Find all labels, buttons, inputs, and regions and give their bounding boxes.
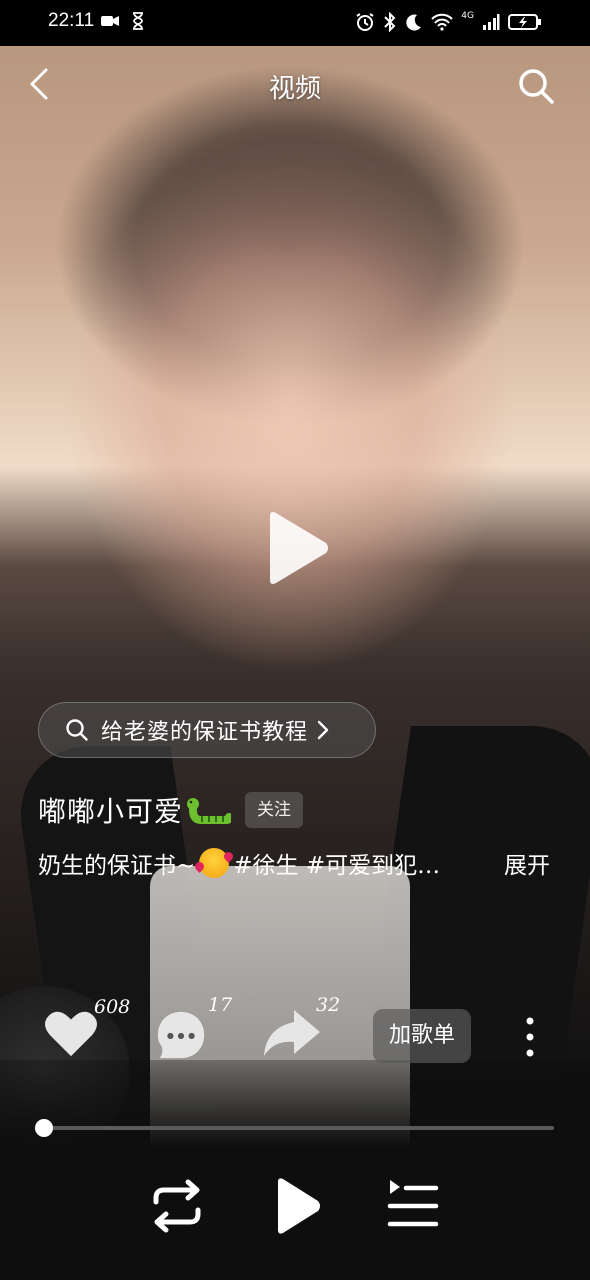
like-button[interactable]: 608 <box>40 996 130 1066</box>
status-time: 22:11 <box>48 10 95 31</box>
video-record-icon <box>101 16 119 26</box>
author-line: 嘟嘟小可爱 关注 <box>38 790 304 830</box>
smiling-hearts-emoji-icon <box>199 848 230 878</box>
video-player-screen: 22:11 4G 视频 给老婆的保证书教程 嘟嘟小可爱 关注 奶生的保证书~ #… <box>0 0 590 1280</box>
repeat-icon[interactable] <box>146 1176 208 1236</box>
playback-progress-bar[interactable] <box>35 1119 554 1137</box>
share-arrow-icon <box>264 1010 320 1056</box>
wifi-icon <box>431 13 454 31</box>
network-type: 4G <box>461 11 474 21</box>
search-icon[interactable] <box>516 66 556 106</box>
search-suggestion-chip[interactable]: 给老婆的保证书教程 <box>38 702 376 758</box>
expand-description-link[interactable]: 展开 <box>504 846 550 880</box>
more-vertical-icon[interactable] <box>518 1016 542 1058</box>
like-count: 608 <box>94 996 131 1018</box>
video-description: 奶生的保证书~ #徐生 #可爱到犯… <box>38 846 558 880</box>
follow-button[interactable]: 关注 <box>245 792 304 828</box>
signal-icon <box>483 14 500 30</box>
play-overlay-icon[interactable] <box>264 510 330 586</box>
add-to-playlist-button[interactable]: 加歌单 <box>373 1009 471 1063</box>
search-icon <box>66 719 88 741</box>
battery-charging-icon <box>508 14 541 30</box>
bluetooth-icon <box>384 12 396 32</box>
playlist-queue-icon[interactable] <box>386 1176 440 1236</box>
description-hashtags[interactable]: #徐生 #可爱到犯… <box>233 846 440 880</box>
chevron-right-icon <box>317 720 329 740</box>
author-name[interactable]: 嘟嘟小可爱 <box>38 790 183 830</box>
description-prefix: 奶生的保证书~ <box>38 853 196 879</box>
share-count: 32 <box>316 994 341 1016</box>
comment-button[interactable]: 17 <box>152 994 242 1066</box>
status-bar: 22:11 4G <box>0 0 590 46</box>
heart-icon <box>45 1011 97 1057</box>
moon-icon <box>406 14 422 31</box>
share-button[interactable]: 32 <box>262 994 352 1066</box>
page-title: 视频 <box>268 74 321 104</box>
hourglass-icon <box>133 12 143 30</box>
search-suggestion-text: 给老婆的保证书教程 <box>101 720 309 745</box>
comment-bubble-icon <box>157 1011 205 1059</box>
comment-count: 17 <box>208 994 233 1016</box>
alarm-icon <box>356 13 374 31</box>
progress-thumb[interactable] <box>35 1119 53 1137</box>
play-icon[interactable] <box>272 1176 322 1236</box>
caterpillar-icon <box>187 798 232 824</box>
